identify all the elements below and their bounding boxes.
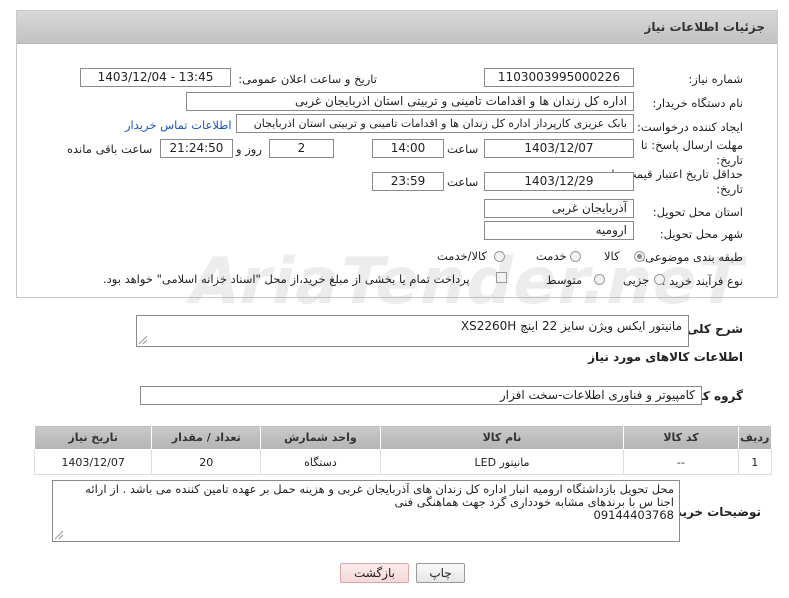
announce-datetime-label: تاریخ و ساعت اعلان عمومی: <box>238 72 377 86</box>
column-header-row-number: ردیف <box>737 425 773 450</box>
reply-date-field[interactable]: 1403/12/07 <box>484 139 634 158</box>
buyer-notes-textarea[interactable]: محل تحویل بازداشتگاه ارومیه انبار اداره … <box>52 480 680 542</box>
cell-quantity: 20 <box>151 449 262 475</box>
summary-textarea[interactable]: مانیتور ایکس ویژن سایز 22 اینچ XS2260H <box>136 315 689 347</box>
print-button[interactable]: چاپ <box>416 563 465 583</box>
buyer-org-label: نام دستگاه خریدار: <box>652 96 743 110</box>
reply-deadline-label-date: تاریخ: <box>716 153 743 167</box>
process-radio-medium[interactable] <box>594 274 605 285</box>
table-row[interactable]: 1 -- مانیتور LED دستگاه 20 1403/12/07 <box>33 449 773 475</box>
creator-field[interactable]: بابک عزیزی کارپرداز اداره کل زندان ها و … <box>236 114 634 133</box>
resize-handle-icon[interactable] <box>139 336 147 344</box>
remaining-days-field[interactable]: 2 <box>269 139 334 158</box>
process-label: نوع فرآیند خرید : <box>661 274 743 288</box>
process-option-minor: جزیی <box>623 273 650 287</box>
column-header-quantity: تعداد / مقدار <box>151 425 262 450</box>
buyer-notes-line-2: اجنا س با برندهای مشابه خودداری گرد جهت … <box>394 495 675 509</box>
days-label: روز و <box>236 142 262 156</box>
goods-table: ردیف کد کالا نام کالا واحد شمارش تعداد /… <box>33 425 773 475</box>
cell-name: مانیتور LED <box>379 449 625 475</box>
validity-time-label: ساعت <box>447 175 479 189</box>
cell-row-number: 1 <box>737 449 773 475</box>
process-radio-minor[interactable] <box>654 274 665 285</box>
goods-info-title: اطلاعات کالاهای مورد نیاز <box>588 350 743 364</box>
need-number-field[interactable]: 1103003995000226 <box>484 68 634 87</box>
need-number-label: شماره نیاز: <box>688 72 743 86</box>
buyer-notes-line-3: 09144403768 <box>593 508 674 522</box>
summary-text: مانیتور ایکس ویژن سایز 22 اینچ XS2260H <box>460 319 682 333</box>
category-radio-service[interactable] <box>570 251 581 262</box>
remaining-time-label: ساعت باقی مانده <box>67 142 153 156</box>
cell-unit: دستگاه <box>260 449 381 475</box>
cell-code: -- <box>623 449 739 475</box>
goods-group-field[interactable]: کامپیوتر و فناوری اطلاعات-سخت افزار <box>140 386 702 405</box>
category-option-goods-service: کالا/خدمت <box>437 249 488 263</box>
city-label: شهر محل تحویل: <box>659 227 743 241</box>
remaining-time-field[interactable]: 21:24:50 <box>160 139 233 158</box>
category-option-goods: کالا <box>604 249 620 263</box>
back-button[interactable]: بازگشت <box>340 563 409 583</box>
province-field[interactable]: آذربایجان غربی <box>484 199 634 218</box>
category-option-service: خدمت <box>536 249 567 263</box>
category-radio-goods[interactable] <box>634 251 645 262</box>
city-field[interactable]: ارومیه <box>484 221 634 240</box>
cell-need-date: 1403/12/07 <box>33 449 153 475</box>
reply-deadline-label: مهلت ارسال پاسخ: تا <box>640 138 743 152</box>
treasury-payment-note: پرداخت تمام یا بخشی از مبلغ خرید،از محل … <box>103 272 470 286</box>
reply-time-label: ساعت <box>447 142 479 156</box>
treasury-payment-checkbox[interactable] <box>496 272 507 283</box>
category-label: طبقه بندی موضوعی: <box>641 250 743 264</box>
column-header-code: کد کالا <box>623 425 739 450</box>
creator-label: ایجاد کننده درخواست: <box>637 120 743 134</box>
column-header-unit: واحد شمارش <box>260 425 381 450</box>
buyer-org-field[interactable]: اداره کل زندان ها و اقدامات تامینی و ترب… <box>186 92 634 111</box>
reply-time-field[interactable]: 14:00 <box>372 139 444 158</box>
table-header-row: ردیف کد کالا نام کالا واحد شمارش تعداد /… <box>33 425 773 450</box>
page-title: جزئیات اطلاعات نیاز <box>644 20 765 34</box>
column-header-name: نام کالا <box>379 425 625 450</box>
province-label: استان محل تحویل: <box>652 205 743 219</box>
category-radio-goods-service[interactable] <box>494 251 505 262</box>
column-header-need-date: تاریخ نیاز <box>33 425 153 450</box>
price-validity-label-date: تاریخ: <box>716 182 743 196</box>
validity-date-field[interactable]: 1403/12/29 <box>484 172 634 191</box>
buyer-contact-link[interactable]: اطلاعات تماس خریدار <box>125 118 232 132</box>
process-option-medium: متوسط <box>546 273 583 287</box>
resize-handle-icon[interactable] <box>55 531 63 539</box>
announce-datetime-field[interactable]: 1403/12/04 - 13:45 <box>80 68 231 87</box>
validity-time-field[interactable]: 23:59 <box>372 172 444 191</box>
